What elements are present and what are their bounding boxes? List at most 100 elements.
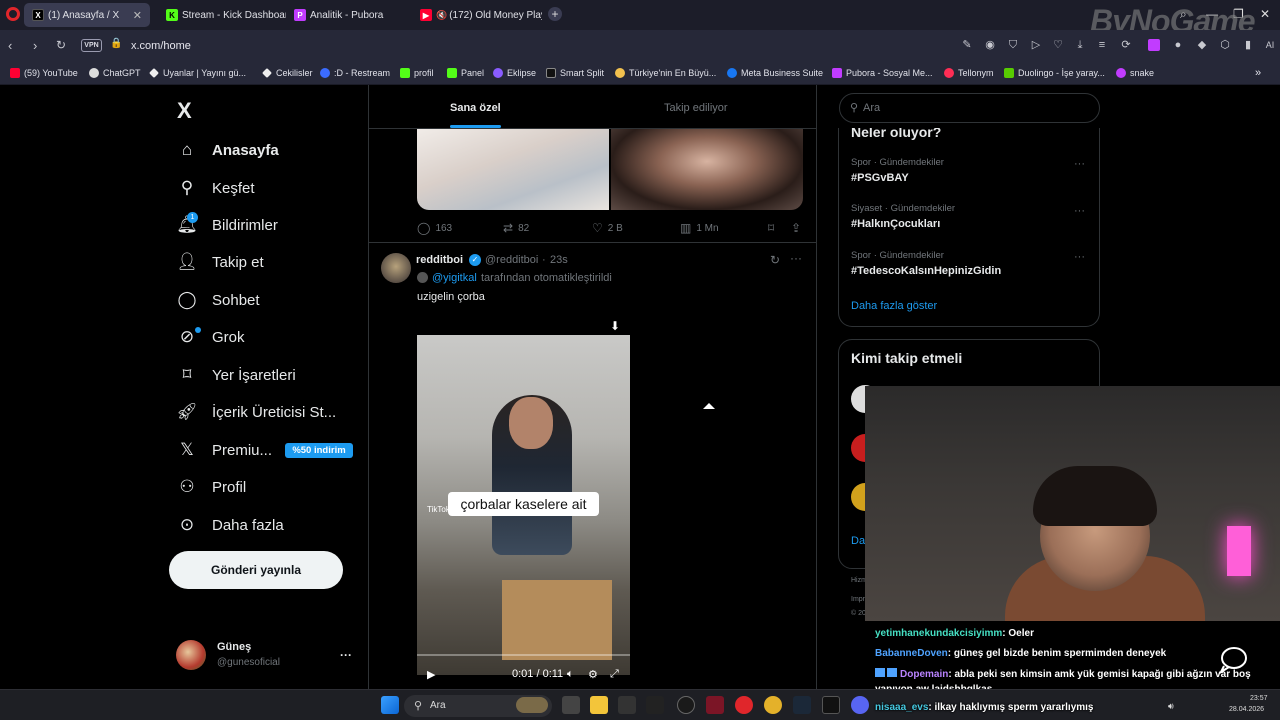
nav-bookmarks[interactable]: ⌑ Yer İşaretleri [176,362,296,388]
search-placeholder[interactable]: Ara [863,102,880,114]
play-icon[interactable]: ▶ [427,668,435,681]
taskbar-time[interactable]: 23:57 [1250,695,1268,702]
tf-app-icon[interactable] [646,696,664,714]
play-icon[interactable]: ▷ [1030,39,1042,51]
tab-x-home[interactable]: X (1) Anasayfa / X ✕ [24,3,150,27]
bookmark-panel[interactable]: Panel [447,68,484,78]
bookmark-chatgpt[interactable]: ChatGPT [89,68,141,78]
bookmark-eklipse[interactable]: Eklipse [493,68,536,78]
back-icon[interactable]: ‹ [8,38,12,53]
diamond-extension-icon[interactable]: ◆ [1196,39,1208,51]
tweet-image-1[interactable] [417,129,609,210]
follow-more-link-partial[interactable]: Da [851,535,865,547]
views-button[interactable]: ▥ 1 Mn [680,221,719,235]
tweet-more-icon[interactable]: ··· [790,251,802,265]
automated-by-link[interactable]: @yigitkal [432,272,477,284]
opera-taskbar-icon[interactable] [735,696,753,714]
tweet-author-name[interactable]: redditboi [416,254,463,266]
nav-home[interactable]: ⌂ Anasayfa [176,137,279,163]
bookmark-smart-split[interactable]: Smart Split [546,68,604,78]
bookmark-restream[interactable]: :D - Restream [320,68,390,78]
file-explorer-icon[interactable] [590,696,608,714]
bookmark-snake[interactable]: snake [1116,68,1154,78]
account-handle[interactable]: @gunesoficial [217,657,280,668]
tweet-author-avatar[interactable] [381,253,411,283]
discord-icon[interactable] [851,696,869,714]
app-icon[interactable] [677,696,695,714]
nav-profile[interactable]: ⚇ Profil [176,474,246,500]
taskbar-search-label[interactable]: Ara [430,700,446,711]
account-name[interactable]: Güneş [217,641,251,653]
trend-tag-1[interactable]: #PSGvBAY [851,172,909,184]
tab-following[interactable]: Takip ediliyor [664,102,728,114]
ai-button[interactable]: AI [1262,39,1278,51]
nav-creator-studio[interactable]: 🚀︎ İçerik Üreticisi St... [176,399,336,425]
show-more-link[interactable]: Daha fazla göster [851,300,937,312]
bookmark-duolingo[interactable]: Duolingo - İşe yaray... [1004,68,1105,78]
x-logo[interactable]: X [177,98,192,124]
bookmark-meta[interactable]: Meta Business Suite [727,68,823,78]
steam-icon[interactable] [793,696,811,714]
bookmark-youtube[interactable]: (59) YouTube [10,68,78,78]
grok-explain-icon[interactable]: ↻ [770,253,780,267]
tiktok-app-icon[interactable] [822,696,840,714]
tab-youtube[interactable]: ▶ 🔇 (172) Old Money Playl [412,3,542,27]
tab-kick-dashboard[interactable]: K Stream - Kick Dashboard [158,3,286,27]
tweet-time[interactable]: 23s [550,254,568,266]
app-icon[interactable] [618,696,636,714]
url-field[interactable]: x.com/home [131,40,191,52]
app-icon[interactable] [706,696,724,714]
sidebar-icon[interactable]: ▮ [1242,39,1254,51]
tray-icons[interactable]: 🔊︎ [1168,701,1174,712]
lock-icon[interactable]: 🔒 [110,38,122,49]
download-video-icon[interactable]: ⬇ [610,319,620,333]
post-button[interactable]: Gönderi yayınla [169,551,343,589]
trend-more-icon[interactable]: ··· [1074,158,1085,170]
taskbar-date[interactable]: 28.04.2026 [1229,706,1264,713]
nav-more[interactable]: ⊙ Daha fazla [176,512,284,538]
nav-follow[interactable]: 👤︎ Takip et [176,249,264,275]
camera-icon[interactable]: ◉ [984,39,996,51]
bookmark-pubora[interactable]: Pubora - Sosyal Me... [832,68,933,78]
vpn-badge[interactable]: VPN [81,39,102,52]
fullscreen-icon[interactable]: ⤢ [610,668,619,681]
reload-icon[interactable]: ↻ [56,38,66,52]
nav-premium[interactable]: 𝕏 Premiu... [176,437,272,463]
cube-extension-icon[interactable]: ⬡ [1219,39,1231,51]
close-icon[interactable]: ✕ [133,9,142,22]
nav-grok[interactable]: ⊘ Grok [176,324,245,350]
bookmarks-overflow-icon[interactable]: » [1255,67,1261,79]
color-extension-icon[interactable]: ● [1172,39,1184,51]
forward-icon[interactable]: › [33,38,37,53]
opera-logo-icon[interactable] [6,7,20,21]
tweet-image-2[interactable] [611,129,803,210]
pubora-extension-icon[interactable] [1148,39,1160,51]
edit-icon[interactable]: ✎ [961,39,973,51]
coin-app-icon[interactable] [764,696,782,714]
bookmark-button[interactable]: ⌑ [768,221,779,235]
windows-start-icon[interactable] [381,696,399,714]
nav-explore[interactable]: ⚲ Keşfet [176,175,255,201]
volume-icon[interactable]: 🔈︎ [567,668,574,681]
settings-icon[interactable]: ⚙ [588,668,598,681]
premium-discount-badge[interactable]: %50 indirim [285,443,353,458]
trend-tag-2[interactable]: #HalkınÇocukları [851,218,940,230]
bookmark-cekilisler[interactable]: Cekilisler [262,68,313,78]
trend-tag-3[interactable]: #TedescoKalsınHepinizGidin [851,265,1001,277]
menu-icon[interactable]: ≡ [1096,39,1108,51]
bookmark-profil[interactable]: profil [400,68,434,78]
nav-chat[interactable]: ◯ Sohbet [176,287,259,313]
heart-icon[interactable]: ♡ [1052,39,1064,51]
bookmark-turkiye[interactable]: Türkiye'nin En Büyü... [615,68,716,78]
extension-icon[interactable]: ⟳ [1120,39,1132,51]
retweet-button[interactable]: ⇄ 82 [503,221,529,235]
tweet-author-handle[interactable]: @redditboi [485,254,538,266]
video-progress-track[interactable] [417,654,630,656]
task-view-icon[interactable] [562,696,580,714]
share-button[interactable]: ⇪ [791,221,806,235]
download-icon[interactable]: ⤓ [1074,39,1086,51]
new-tab-button[interactable]: + [548,7,562,21]
tab-pubora[interactable]: P Analitik - Pubora [286,3,412,27]
trend-more-icon[interactable]: ··· [1074,251,1085,263]
bookmark-tellonym[interactable]: Tellonym [944,68,994,78]
